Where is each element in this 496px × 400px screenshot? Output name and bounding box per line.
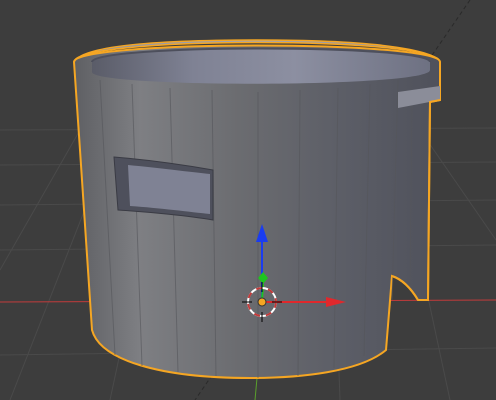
cup-body[interactable] [72,44,441,380]
3d-viewport[interactable] [0,0,496,400]
viewport-scene[interactable] [0,0,496,400]
cylinder-cup-object[interactable] [72,39,441,380]
cup-inner-wall [92,48,430,84]
y-axis-green-line [254,377,258,400]
